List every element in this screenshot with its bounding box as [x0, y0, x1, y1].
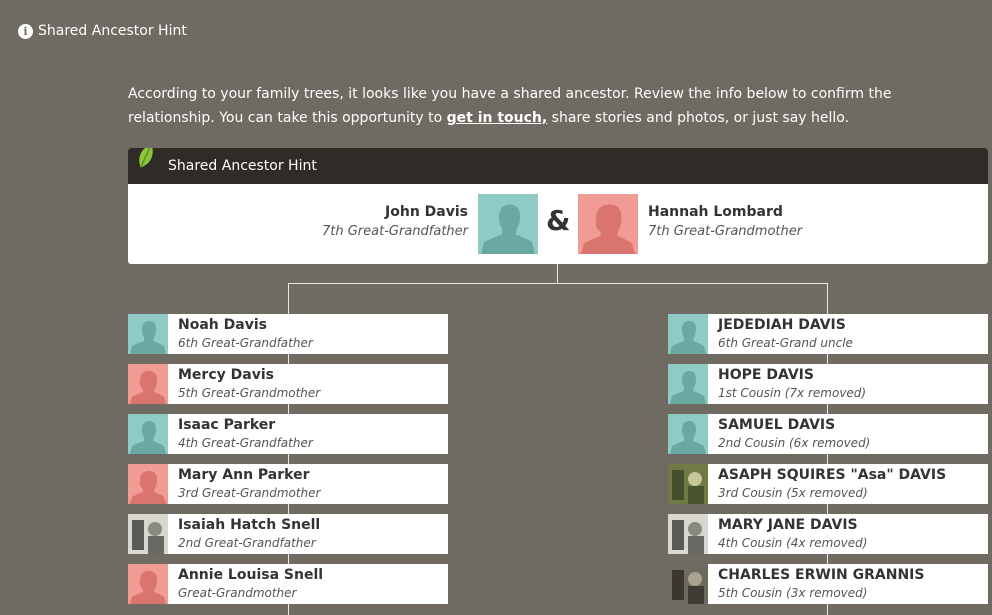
- get-in-touch-link[interactable]: get in touch,: [447, 110, 548, 126]
- female-avatar-icon[interactable]: [578, 194, 638, 254]
- left-person-card[interactable]: Mary Ann Parker 3rd Great-Grandmother: [128, 464, 448, 504]
- person-name: CHARLES ERWIN GRANNIS: [718, 567, 925, 583]
- ancestor-right-name: Hannah Lombard: [648, 204, 783, 220]
- person-name: Isaiah Hatch Snell: [178, 517, 321, 533]
- right-person-card[interactable]: JEDEDIAH DAVIS 6th Great-Grand uncle: [668, 314, 988, 354]
- male-silhouette-icon: [128, 314, 168, 354]
- page-title: Shared Ancestor Hint: [38, 23, 187, 39]
- person-name: ASAPH SQUIRES "Asa" DAVIS: [718, 467, 947, 483]
- male-silhouette-icon: [668, 414, 708, 454]
- ancestor-couple: John Davis 7th Great-Grandfather & Hanna…: [128, 184, 988, 264]
- person-relation: 5th Great-Grandmother: [178, 386, 321, 400]
- person-name: Isaac Parker: [178, 417, 276, 433]
- person-relation: 6th Great-Grandfather: [178, 336, 313, 350]
- shared-ancestor-card: Shared Ancestor Hint John Davis 7th Grea…: [128, 148, 988, 264]
- right-person-card[interactable]: CHARLES ERWIN GRANNIS 5th Cousin (3x remo…: [668, 564, 988, 604]
- info-icon: i: [18, 23, 33, 39]
- person-relation: 3rd Cousin (5x removed): [718, 486, 868, 500]
- leaf-icon: [139, 148, 153, 168]
- person-relation: 6th Great-Grand uncle: [718, 336, 853, 350]
- person-info: MARY JANE DAVIS 4th Cousin (4x removed): [708, 516, 867, 552]
- page-header: i Shared Ancestor Hint: [18, 20, 187, 42]
- person-info: Mercy Davis 5th Great-Grandmother: [168, 366, 320, 402]
- person-info: Noah Davis 6th Great-Grandfather: [168, 316, 313, 352]
- right-person-card[interactable]: MARY JANE DAVIS 4th Cousin (4x removed): [668, 514, 988, 554]
- ancestor-right[interactable]: Hannah Lombard 7th Great-Grandmother: [648, 204, 802, 239]
- female-silhouette-icon: [128, 464, 168, 504]
- right-person-card[interactable]: SAMUEL DAVIS 2nd Cousin (6x removed): [668, 414, 988, 454]
- person-name: MARY JANE DAVIS: [718, 517, 858, 533]
- person-photo: [668, 514, 708, 554]
- right-person-card[interactable]: ASAPH SQUIRES "Asa" DAVIS 3rd Cousin (5x …: [668, 464, 988, 504]
- person-info: Isaiah Hatch Snell 2nd Great-Grandfather: [168, 516, 320, 552]
- ancestor-right-relation: 7th Great-Grandmother: [648, 224, 803, 239]
- person-info: Mary Ann Parker 3rd Great-Grandmother: [168, 466, 320, 502]
- person-relation: 4th Great-Grandfather: [178, 436, 313, 450]
- left-person-card[interactable]: Mercy Davis 5th Great-Grandmother: [128, 364, 448, 404]
- person-relation: 4th Cousin (4x removed): [718, 536, 868, 550]
- person-info: Isaac Parker 4th Great-Grandfather: [168, 416, 313, 452]
- intro-text-after: share stories and photos, or just say he…: [547, 110, 850, 126]
- person-relation: 1st Cousin (7x removed): [718, 386, 867, 400]
- person-info: CHARLES ERWIN GRANNIS 5th Cousin (3x remo…: [708, 566, 924, 602]
- female-silhouette-icon: [128, 364, 168, 404]
- person-name: Annie Louisa Snell: [178, 567, 324, 583]
- male-silhouette-icon: [668, 364, 708, 404]
- person-name: Mercy Davis: [178, 367, 274, 383]
- right-person-card[interactable]: HOPE DAVIS 1st Cousin (7x removed): [668, 364, 988, 404]
- card-header: Shared Ancestor Hint: [128, 148, 988, 184]
- person-info: Annie Louisa Snell Great-Grandmother: [168, 566, 323, 602]
- person-relation: 2nd Cousin (6x removed): [718, 436, 871, 450]
- person-relation: 5th Cousin (3x removed): [718, 586, 868, 600]
- person-photo: [128, 514, 168, 554]
- person-relation: 2nd Great-Grandfather: [178, 536, 316, 550]
- left-person-card[interactable]: Annie Louisa Snell Great-Grandmother: [128, 564, 448, 604]
- ancestor-left[interactable]: John Davis 7th Great-Grandfather: [322, 204, 468, 239]
- connector-horizontal: [288, 283, 828, 284]
- person-info: SAMUEL DAVIS 2nd Cousin (6x removed): [708, 416, 870, 452]
- person-info: JEDEDIAH DAVIS 6th Great-Grand uncle: [708, 316, 853, 352]
- person-info: ASAPH SQUIRES "Asa" DAVIS 3rd Cousin (5x …: [708, 466, 946, 502]
- ampersand: &: [546, 204, 571, 237]
- person-name: HOPE DAVIS: [718, 367, 814, 383]
- male-avatar-icon[interactable]: [478, 194, 538, 254]
- female-silhouette-icon: [128, 564, 168, 604]
- person-photo: [668, 564, 708, 604]
- male-silhouette-icon: [128, 414, 168, 454]
- male-silhouette-icon: [668, 314, 708, 354]
- card-title: Shared Ancestor Hint: [168, 158, 317, 174]
- connector-trunk: [557, 264, 558, 284]
- person-relation: Great-Grandmother: [178, 586, 297, 600]
- left-person-card[interactable]: Isaiah Hatch Snell 2nd Great-Grandfather: [128, 514, 448, 554]
- person-name: Mary Ann Parker: [178, 467, 310, 483]
- intro-text: According to your family trees, it looks…: [128, 82, 978, 130]
- left-person-card[interactable]: Isaac Parker 4th Great-Grandfather: [128, 414, 448, 454]
- ancestor-left-name: John Davis: [385, 204, 468, 220]
- person-name: JEDEDIAH DAVIS: [718, 317, 846, 333]
- left-person-card[interactable]: Noah Davis 6th Great-Grandfather: [128, 314, 448, 354]
- person-name: Noah Davis: [178, 317, 267, 333]
- person-relation: 3rd Great-Grandmother: [178, 486, 321, 500]
- ancestor-left-relation: 7th Great-Grandfather: [321, 224, 468, 239]
- person-info: HOPE DAVIS 1st Cousin (7x removed): [708, 366, 866, 402]
- person-name: SAMUEL DAVIS: [718, 417, 836, 433]
- person-photo: [668, 464, 708, 504]
